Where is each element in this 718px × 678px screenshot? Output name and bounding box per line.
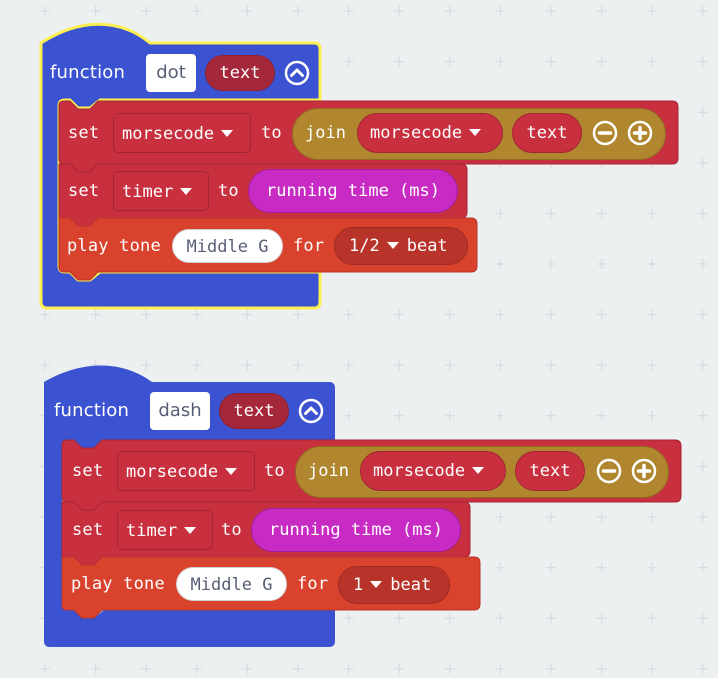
variable-dropdown-morsecode[interactable]: morsecode [113,113,251,153]
variable-dropdown-morsecode[interactable]: morsecode [117,451,255,491]
plus-circle-icon[interactable] [627,120,653,146]
caret-down-icon [180,187,193,195]
variable-name: timer [126,521,178,541]
caret-down-icon [469,128,482,136]
variable-name: morsecode [370,123,463,143]
variable-name: morsecode [373,461,466,481]
variable-name: morsecode [126,462,219,482]
beat-label: beat [406,236,448,256]
beat-dropdown[interactable]: 1/2 beat [334,227,468,265]
join-text-reporter[interactable]: text [512,113,582,153]
play-tone-label: play tone [71,574,165,594]
set-label: set [72,520,104,540]
to-label: to [218,181,239,201]
caret-down-icon [370,580,383,588]
variable-dropdown-timer[interactable]: timer [113,171,209,211]
caret-down-icon [386,241,399,249]
function-param-reporter[interactable]: text [219,393,289,429]
variable-dropdown-timer[interactable]: timer [117,510,213,550]
running-time-reporter[interactable]: running time (ms) [251,508,461,552]
join-text-reporter[interactable]: text [515,451,585,491]
join-variable-reporter[interactable]: morsecode [357,113,503,153]
set-label: set [68,181,100,201]
chevron-up-circle-icon[interactable] [284,60,310,86]
set-label: set [68,123,100,143]
function-name-field[interactable]: dash [150,392,210,430]
join-label: join [305,123,346,143]
function-keyword: function [50,62,126,83]
join-variable-reporter[interactable]: morsecode [360,451,506,491]
caret-down-icon [225,467,238,475]
minus-circle-icon[interactable] [596,458,622,484]
caret-down-icon [184,526,197,534]
function-param-reporter[interactable]: text [205,55,275,91]
beat-label: beat [390,575,432,595]
caret-down-icon [472,466,485,474]
minus-circle-icon[interactable] [592,120,618,146]
variable-name: morsecode [122,124,215,144]
running-time-reporter[interactable]: running time (ms) [248,169,458,213]
plus-circle-icon[interactable] [631,458,657,484]
beat-value: 1/2 [349,236,380,256]
to-label: to [221,520,242,540]
for-label: for [297,574,329,594]
to-label: to [264,461,285,481]
variable-name: timer [122,182,174,202]
play-tone-label: play tone [67,236,161,256]
set-label: set [72,461,104,481]
for-label: for [293,236,325,256]
beat-dropdown[interactable]: 1 beat [338,566,450,604]
note-picker[interactable]: Middle G [172,229,283,263]
function-name-field[interactable]: dot [146,54,196,92]
beat-value: 1 [353,575,364,595]
to-label: to [261,123,282,143]
function-keyword: function [54,400,130,421]
join-label: join [308,461,349,481]
caret-down-icon [221,129,234,137]
note-picker[interactable]: Middle G [176,567,287,601]
chevron-up-circle-icon[interactable] [298,398,324,424]
